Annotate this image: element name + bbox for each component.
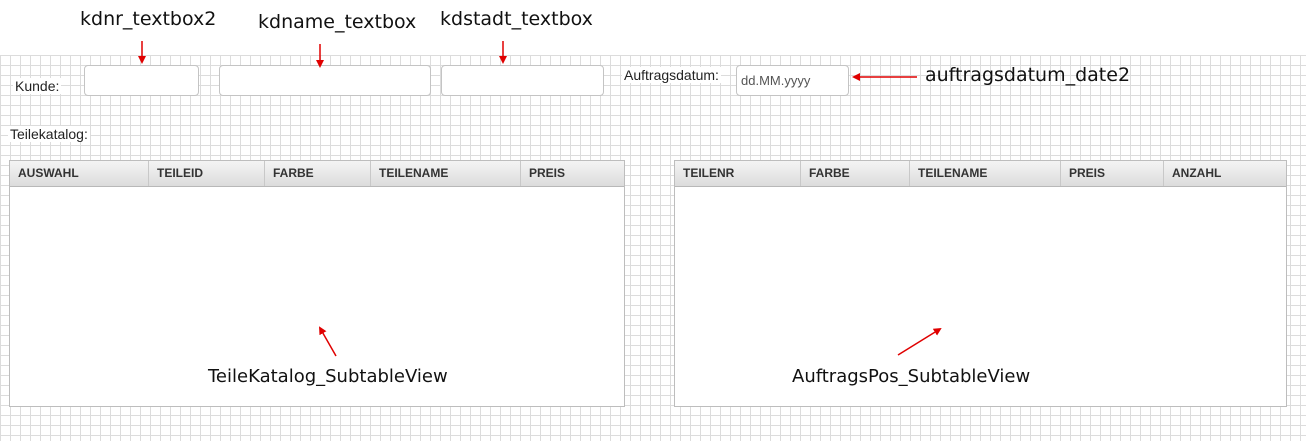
column-header-preis[interactable]: PREIS bbox=[521, 161, 624, 186]
auftragsdatum-date-field[interactable] bbox=[736, 65, 849, 96]
column-header-teilename[interactable]: TEILENAME bbox=[371, 161, 521, 186]
column-header-anzahl[interactable]: ANZAHL bbox=[1164, 161, 1286, 186]
teilekatalog-label: Teilekatalog: bbox=[8, 126, 90, 142]
annotation-auftragspos: AuftragsPos_SubtableView bbox=[792, 366, 1031, 387]
annotation-kdname: kdname_textbox bbox=[258, 11, 417, 33]
column-header-teilenr[interactable]: TEILENR bbox=[675, 161, 801, 186]
column-header-teileid[interactable]: TEILEID bbox=[149, 161, 265, 186]
column-header-preis[interactable]: PREIS bbox=[1061, 161, 1164, 186]
column-header-teilename[interactable]: TEILENAME bbox=[910, 161, 1061, 186]
annotation-kdnr: kdnr_textbox2 bbox=[80, 8, 217, 30]
teilekatalog-header-row: AUSWAHL TEILEID FARBE TEILENAME PREIS bbox=[10, 161, 624, 187]
kdstadt-textbox[interactable] bbox=[441, 65, 604, 96]
annotation-teilekatalog: TeileKatalog_SubtableView bbox=[208, 366, 448, 387]
kdname-textbox[interactable] bbox=[219, 65, 431, 96]
auftragspos-header-row: TEILENR FARBE TEILENAME PREIS ANZAHL bbox=[675, 161, 1286, 187]
kdnr-textbox[interactable] bbox=[84, 65, 199, 96]
annotation-auftragsdatum: auftragsdatum_date2 bbox=[925, 64, 1131, 86]
auftragsdatum-label: Auftragsdatum: bbox=[622, 67, 721, 83]
kunde-label: Kunde: bbox=[13, 78, 62, 94]
column-header-auswahl[interactable]: AUSWAHL bbox=[10, 161, 149, 186]
column-header-farbe[interactable]: FARBE bbox=[801, 161, 910, 186]
annotation-kdstadt: kdstadt_textbox bbox=[440, 8, 593, 30]
column-header-farbe[interactable]: FARBE bbox=[265, 161, 371, 186]
